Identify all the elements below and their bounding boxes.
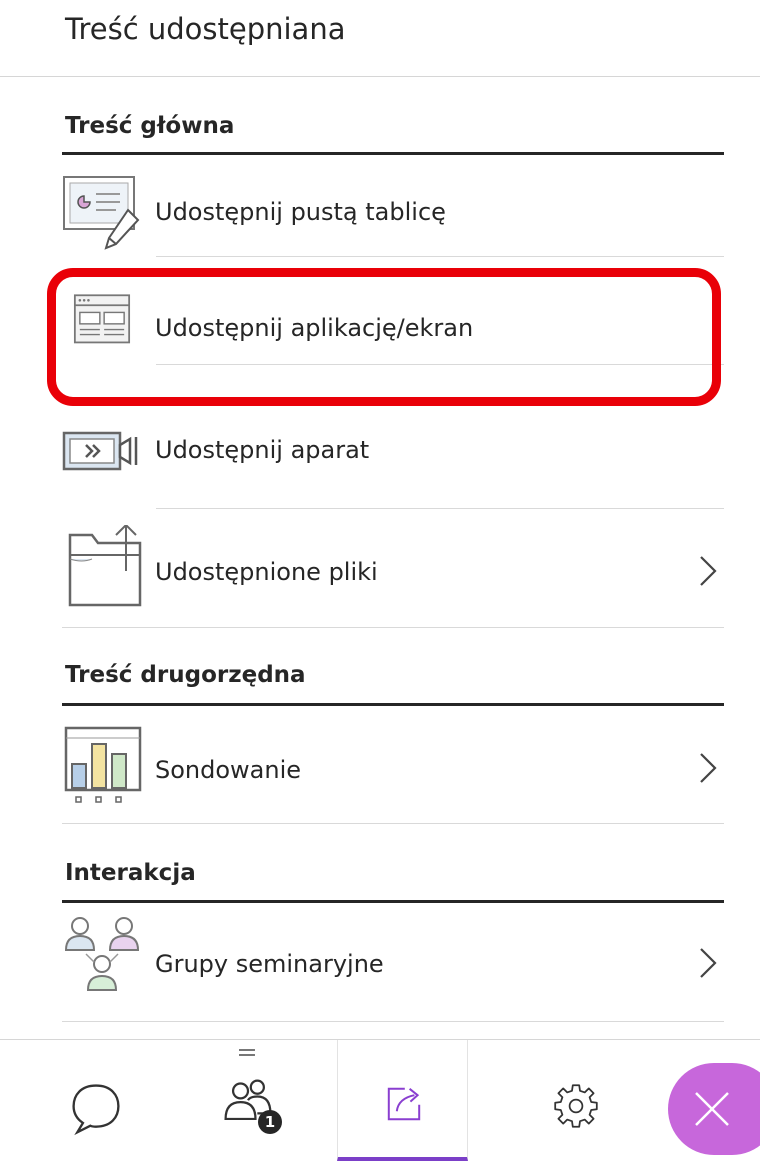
chat-bubble-icon	[72, 1084, 120, 1136]
item-divider	[62, 1021, 724, 1022]
item-divider	[62, 823, 724, 824]
tab-share-content[interactable]	[337, 1040, 468, 1161]
share-whiteboard-item[interactable]: Udostępnij pustą tablicę	[62, 172, 724, 258]
attendee-count-badge: 1	[258, 1110, 282, 1134]
breakout-groups-item[interactable]: Grupy seminaryjne	[62, 912, 724, 1022]
panel-header: Treść udostępniana	[0, 0, 760, 77]
share-application-screen-item[interactable]: Udostępnij aplikację/ekran	[62, 291, 724, 387]
polling-item[interactable]: Sondowanie	[62, 716, 724, 824]
section-divider-secondary	[62, 703, 724, 706]
share-camera-item[interactable]: Udostępnij aparat	[62, 425, 724, 511]
section-divider-interaction	[62, 900, 724, 903]
share-camera-label: Udostępnij aparat	[155, 436, 370, 464]
section-title-secondary: Treść drugorzędna	[65, 662, 306, 688]
item-divider	[156, 364, 724, 365]
breakout-groups-icon	[64, 917, 140, 991]
whiteboard-icon	[63, 176, 140, 250]
item-divider	[156, 508, 724, 509]
camera-icon	[62, 431, 138, 471]
chevron-right-icon	[700, 753, 717, 783]
panel-title: Treść udostępniana	[65, 12, 346, 46]
share-application-screen-label: Udostępnij aplikację/ekran	[155, 314, 474, 342]
folder-icon	[68, 525, 142, 607]
breakout-groups-label: Grupy seminaryjne	[155, 950, 384, 978]
shared-files-item[interactable]: Udostępnione pliki	[62, 525, 724, 628]
chevron-right-icon	[700, 948, 717, 978]
section-title-interaction: Interakcja	[65, 860, 196, 886]
poll-chart-icon	[64, 726, 142, 803]
application-window-icon	[73, 294, 131, 344]
tab-chat[interactable]	[40, 1040, 160, 1161]
section-title-primary: Treść główna	[65, 113, 235, 139]
item-divider	[62, 627, 724, 628]
tab-attendees[interactable]: 1	[195, 1040, 315, 1161]
menu-lines-icon	[239, 1049, 255, 1056]
shared-files-label: Udostępnione pliki	[155, 558, 378, 586]
tab-settings[interactable]	[520, 1040, 640, 1161]
gear-icon	[554, 1084, 598, 1128]
share-icon	[387, 1087, 421, 1121]
share-whiteboard-label: Udostępnij pustą tablicę	[155, 198, 446, 226]
chevron-right-icon	[700, 556, 717, 586]
polling-label: Sondowanie	[155, 756, 302, 784]
bottom-tab-bar: 1	[0, 1039, 760, 1161]
item-divider	[156, 256, 724, 257]
section-divider-primary	[62, 152, 724, 155]
close-icon	[695, 1092, 729, 1126]
close-panel-button[interactable]	[668, 1063, 760, 1155]
